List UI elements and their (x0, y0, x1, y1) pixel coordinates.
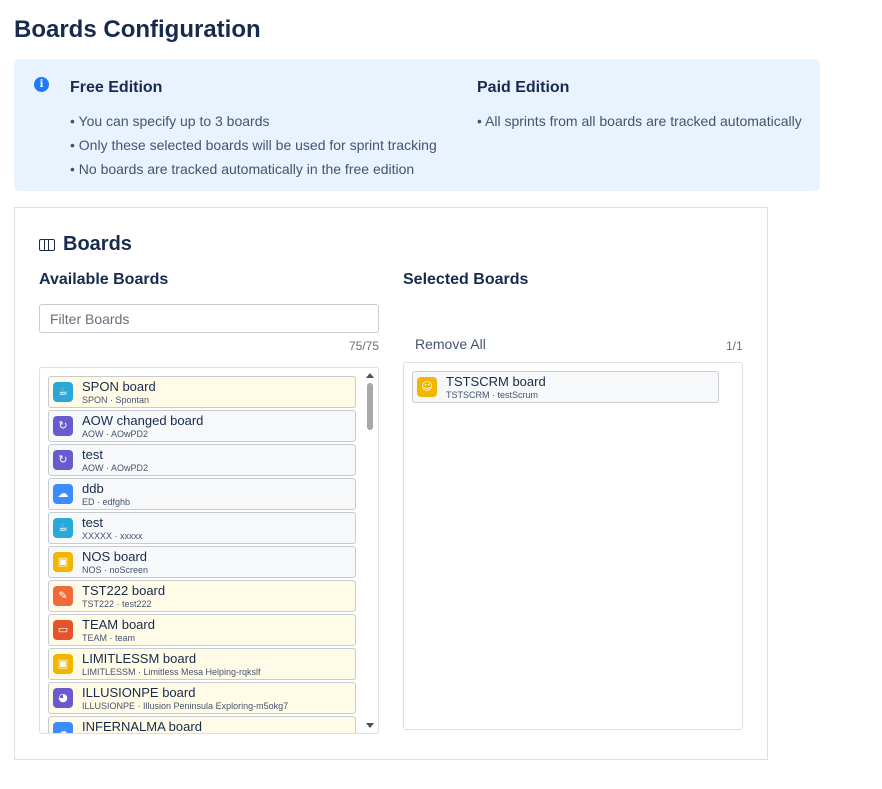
board-name: AOW changed board (82, 413, 204, 428)
available-boards-items: ☕ SPON board SPON · Spontan ↻ AOW changed bo… (48, 376, 356, 734)
board-meta: SPON · Spontan (82, 395, 150, 405)
board-list-item[interactable]: ☁ ddb ED · edfghb (48, 478, 356, 510)
info-icon: i (34, 77, 49, 92)
board-meta: TSTSCRM · testScrum (446, 390, 539, 400)
free-edition-section: Free Edition • You can specify up to 3 b… (70, 79, 437, 181)
cloud-icon: ☁ (53, 484, 73, 504)
board-meta: ILLUSIONPE · Illusion Peninsula Explorin… (82, 701, 289, 711)
selected-boards-list: ☺ TSTSCRM board TSTSCRM · testScrum (403, 362, 743, 730)
board-meta: AOW · AOwPD2 (82, 463, 149, 473)
board-name: SPON board (82, 379, 156, 394)
board-list-item[interactable]: ▭ TEAM board TEAM · team (48, 614, 356, 646)
available-count: 75/75 (349, 339, 380, 353)
bird-icon: ◕ (53, 688, 73, 708)
board-name: ddb (82, 481, 104, 496)
wrench-icon: ✎ (53, 586, 73, 606)
columns-icon (39, 238, 55, 251)
board-name: TEAM board (82, 617, 155, 632)
board-list-item[interactable]: ☕ SPON board SPON · Spontan (48, 376, 356, 408)
board-list-item[interactable]: ◕ ILLUSIONPE board ILLUSIONPE · Illusion P… (48, 682, 356, 714)
board-meta: LIMITLESSM · Limitless Mesa Helping-rqks… (82, 667, 261, 677)
filter-boards-input[interactable] (39, 304, 379, 333)
board-meta: TEAM · team (82, 633, 136, 643)
paid-edition-title: Paid Edition (477, 79, 570, 96)
wallet-icon: ▣ (53, 552, 73, 572)
board-list-item[interactable]: ☕ test XXXXX · xxxxx (48, 512, 356, 544)
window-icon: ▭ (53, 620, 73, 640)
selected-boards-items: ☺ TSTSCRM board TSTSCRM · testScrum (412, 371, 719, 405)
free-edition-item: • No boards are tracked automatically in… (70, 161, 415, 177)
free-edition-title: Free Edition (70, 79, 163, 96)
scroll-thumb[interactable] (367, 383, 373, 430)
board-meta: AOW · AOwPD2 (82, 429, 149, 439)
board-name: NOS board (82, 549, 148, 564)
refresh-icon: ↻ (53, 450, 73, 470)
board-list-item[interactable]: ↻ test AOW · AOwPD2 (48, 444, 356, 476)
wallet-icon: ▣ (53, 654, 73, 674)
page-title: Boards Configuration (14, 16, 261, 43)
board-meta: NOS · noScreen (82, 565, 149, 575)
board-name: TST222 board (82, 583, 166, 598)
board-list-item[interactable]: ☺ TSTSCRM board TSTSCRM · testScrum (412, 371, 719, 403)
free-edition-item: • Only these selected boards will be use… (70, 137, 437, 153)
available-boards-list[interactable]: ☕ SPON board SPON · Spontan ↻ AOW changed bo… (39, 367, 379, 734)
available-boards-title: Available Boards (39, 271, 169, 288)
board-meta: XXXXX · xxxxx (82, 531, 143, 541)
cup-icon: ☕ (53, 382, 73, 402)
scroll-down-arrow-icon[interactable] (366, 723, 374, 728)
boards-card-header: Boards (39, 233, 132, 256)
available-list-scrollbar[interactable] (363, 369, 377, 732)
robot-icon: ☺ (417, 377, 437, 397)
free-edition-item: • You can specify up to 3 boards (70, 113, 270, 129)
refresh-icon: ↻ (53, 416, 73, 436)
board-meta: ED · edfghb (82, 497, 131, 507)
board-list-item[interactable]: ▣ NOS board NOS · noScreen (48, 546, 356, 578)
scroll-up-arrow-icon[interactable] (366, 373, 374, 378)
board-list-item[interactable]: ✎ TST222 board TST222 · test222 (48, 580, 356, 612)
board-name: LIMITLESSM board (82, 651, 197, 666)
cup-icon: ☕ (53, 518, 73, 538)
board-name: ILLUSIONPE board (82, 685, 196, 700)
boards-card: Boards Available Boards Selected Boards … (14, 207, 768, 760)
board-list-item[interactable]: ☁ INFERNALMA board (48, 716, 356, 734)
selected-boards-title: Selected Boards (403, 271, 529, 288)
board-list-item[interactable]: ↻ AOW changed board AOW · AOwPD2 (48, 410, 356, 442)
board-name: TSTSCRM board (446, 374, 546, 389)
edition-info-panel: i Free Edition • You can specify up to 3… (14, 59, 820, 191)
board-name: INFERNALMA board (82, 719, 202, 734)
paid-edition-section: Paid Edition • All sprints from all boar… (477, 79, 802, 133)
board-name: test (82, 515, 103, 530)
remove-all-button[interactable]: Remove All (415, 336, 486, 352)
paid-edition-item: • All sprints from all boards are tracke… (477, 113, 802, 129)
board-list-item[interactable]: ▣ LIMITLESSM board LIMITLESSM · Limitless … (48, 648, 356, 680)
board-meta: TST222 · test222 (82, 599, 152, 609)
boards-card-title: Boards (63, 233, 132, 255)
cloud-icon: ☁ (53, 722, 73, 733)
selected-count: 1/1 (726, 339, 743, 353)
board-name: test (82, 447, 103, 462)
